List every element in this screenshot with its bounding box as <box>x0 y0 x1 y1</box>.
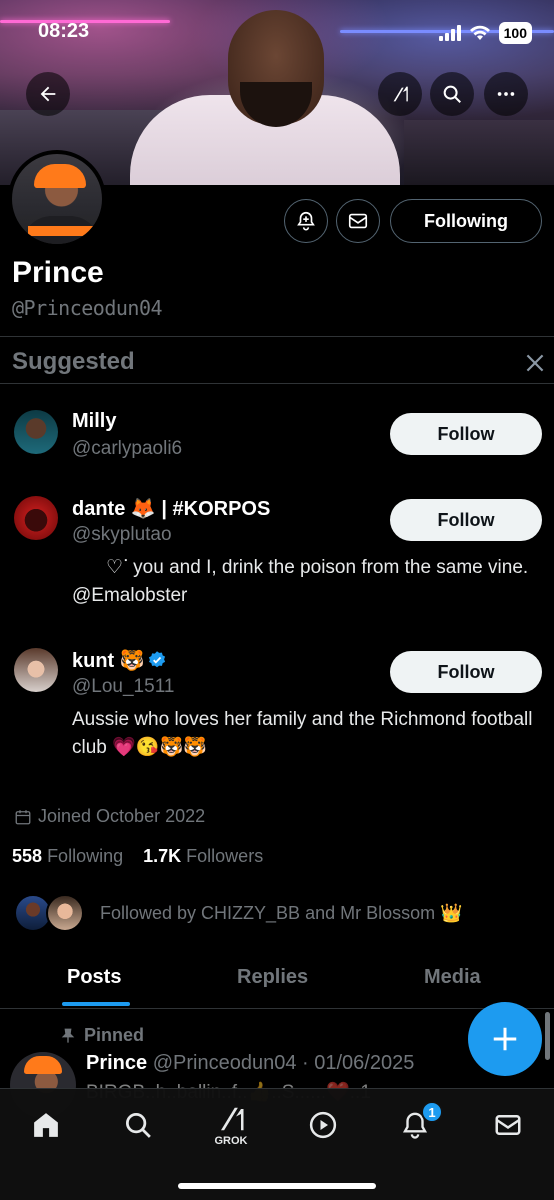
grok-icon <box>221 1107 244 1131</box>
suggested-title: Suggested <box>12 348 135 375</box>
suggested-user-avatar[interactable] <box>14 648 58 692</box>
pinned-label-text: Pinned <box>84 1025 145 1045</box>
post-meta: @Princeodun04 · 01/06/2025 <box>152 1052 415 1074</box>
grok-icon <box>393 86 408 102</box>
avatar-shirt-stripe <box>28 226 94 236</box>
joined-date: Joined October 2022 <box>14 806 205 827</box>
joined-date-text: Joined October 2022 <box>38 806 206 826</box>
banner-table <box>404 120 554 185</box>
profile-tabs: Posts Replies Media <box>0 960 554 1008</box>
home-icon <box>34 1113 58 1137</box>
play-circle-icon <box>309 1111 337 1139</box>
post-author-name[interactable]: Prince <box>86 1052 147 1074</box>
bell-plus-icon <box>297 211 315 231</box>
arrow-left-icon <box>40 86 56 102</box>
avatar-cap <box>24 1056 62 1074</box>
follow-button[interactable]: Follow <box>390 651 542 693</box>
nav-grok[interactable] <box>211 1099 251 1139</box>
status-indicators: 100 <box>438 22 532 44</box>
compose-post-button[interactable] <box>468 1002 542 1076</box>
suggested-user-handle: @skyplutao <box>72 524 172 545</box>
followers-count: 1.7K <box>143 846 182 866</box>
avatar-cap <box>34 164 86 188</box>
profile-name: Prince <box>12 256 104 289</box>
nav-search[interactable] <box>118 1105 158 1145</box>
suggested-user-bio: ♡ᐝ you and I, drink the poison from the … <box>72 557 529 606</box>
divider <box>0 336 554 337</box>
envelope-icon <box>495 1115 521 1135</box>
pin-icon <box>61 1028 75 1043</box>
plus-icon <box>493 1027 517 1051</box>
tab-posts[interactable]: Posts <box>67 966 121 989</box>
profile-handle: @Princeodun04 <box>12 296 163 320</box>
notifications-badge: 1 <box>421 1101 443 1123</box>
suggested-user-name[interactable]: dante 🦊 | #KORPOS <box>72 496 270 521</box>
more-options-button[interactable] <box>484 72 528 116</box>
tab-replies[interactable]: Replies <box>237 966 308 989</box>
active-tab-indicator <box>62 1002 130 1006</box>
followers-label: Followers <box>186 846 264 866</box>
search-icon <box>126 1113 151 1138</box>
suggested-user-bio: Aussie who loves her family and the Rich… <box>72 709 533 758</box>
battery-indicator: 100 <box>498 22 532 44</box>
wifi-icon <box>469 25 490 40</box>
back-button[interactable] <box>26 72 70 116</box>
notifications-subscribe-button[interactable] <box>284 199 328 243</box>
divider <box>0 1008 554 1009</box>
more-horizontal-icon <box>497 92 515 96</box>
divider <box>0 383 554 384</box>
suggested-user-handle: @carlypaoli6 <box>72 438 183 459</box>
nav-grok-label: GROK <box>214 1135 248 1147</box>
followed-by-avatar[interactable] <box>46 894 84 932</box>
suggested-user-name-text: kunt 🐯 <box>72 650 145 672</box>
status-bar: 08:23 100 <box>0 18 554 48</box>
nav-messages[interactable] <box>488 1105 528 1145</box>
following-count: 558 <box>12 846 43 866</box>
suggested-user-avatar[interactable] <box>14 496 58 540</box>
search-icon <box>443 85 461 103</box>
nav-home[interactable] <box>26 1105 66 1145</box>
calendar-icon <box>15 809 31 824</box>
search-button[interactable] <box>430 72 474 116</box>
following-stat[interactable]: 558 Following <box>12 846 123 866</box>
envelope-icon <box>348 213 368 229</box>
suggested-user-handle: @Lou_1511 <box>72 676 175 697</box>
pinned-label: Pinned <box>60 1025 144 1046</box>
follow-stats: 558 Following 1.7K Followers <box>12 846 263 867</box>
followers-stat[interactable]: 1.7K Followers <box>143 846 263 866</box>
follow-button[interactable]: Follow <box>390 499 542 541</box>
suggested-user-name[interactable]: kunt 🐯 <box>72 648 167 673</box>
nav-video[interactable] <box>303 1105 343 1145</box>
message-button[interactable] <box>336 199 380 243</box>
following-label: Following <box>47 846 124 866</box>
cellular-signal-icon <box>438 25 461 41</box>
scrollbar[interactable] <box>545 1012 550 1060</box>
follow-button[interactable]: Follow <box>390 413 542 455</box>
followed-by-text[interactable]: Followed by CHIZZY_BB and Mr Blossom 👑 <box>100 903 463 924</box>
status-time: 08:23 <box>38 20 90 42</box>
profile-avatar[interactable] <box>8 150 106 248</box>
home-indicator[interactable] <box>178 1183 376 1189</box>
suggested-user-name[interactable]: Milly <box>72 410 116 433</box>
verified-badge-icon <box>148 651 165 668</box>
close-icon[interactable] <box>522 350 548 376</box>
tab-media[interactable]: Media <box>424 966 481 989</box>
grok-button[interactable] <box>378 72 422 116</box>
following-button[interactable]: Following <box>390 199 542 243</box>
suggested-user-avatar[interactable] <box>14 410 58 454</box>
post-header: Prince @Princeodun04 · 01/06/2025 <box>86 1052 414 1075</box>
